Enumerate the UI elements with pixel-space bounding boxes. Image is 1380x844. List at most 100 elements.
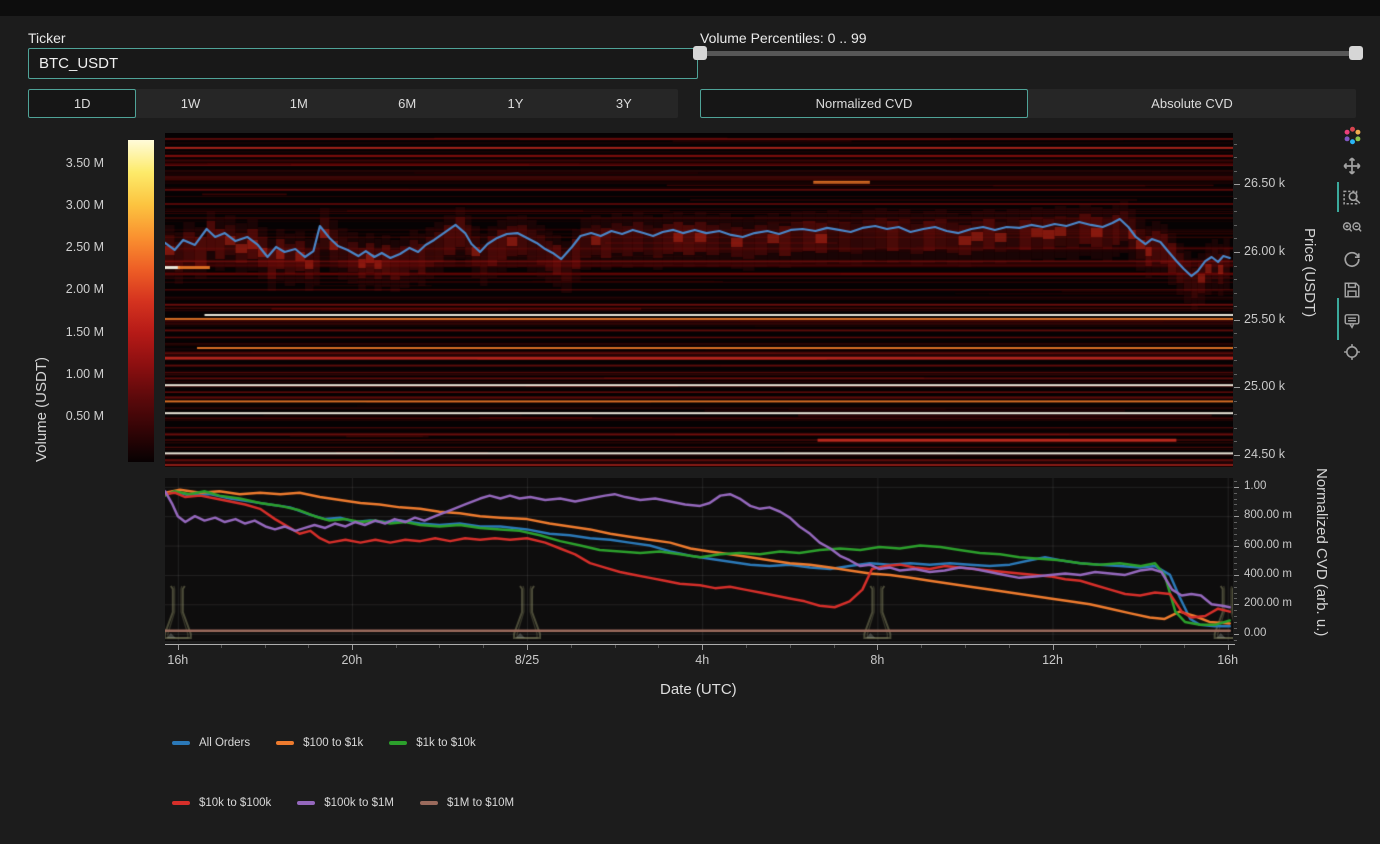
plotly-modebar [1340,124,1366,372]
legend-swatch [172,801,190,805]
legend-item--100-to-1k[interactable]: $100 to $1k [276,737,363,749]
legend-item--10k-to-100k[interactable]: $10k to $100k [172,797,271,809]
cvd-minor-tick [1234,616,1237,617]
cvd-minor-tick [1234,481,1237,482]
cvd-major-tick [1234,634,1239,635]
price-tick-label: 24.50 k [1244,447,1285,461]
price-major-tick [1234,320,1240,321]
cvd-minor-tick [1234,540,1237,541]
x-minor-tick [439,645,440,648]
legend-label: $1k to $10k [416,737,475,749]
legend-swatch [389,741,407,745]
price-minor-tick [1234,171,1237,172]
colorbar-tick-label: 1.50 M [34,325,104,339]
x-tick-label: 8h [870,653,884,667]
price-minor-tick [1234,211,1237,212]
percentile-slider-handle-min[interactable] [693,46,707,60]
colorbar-title: Volume (USDT) [33,357,50,462]
range-button-6m[interactable]: 6M [353,89,461,118]
x-major-tick [178,645,179,650]
cvd-minor-tick [1234,499,1237,500]
x-minor-tick [571,645,572,648]
top-strip [0,0,1380,16]
ticker-label: Ticker [28,30,66,46]
x-minor-tick [658,645,659,648]
range-button-3y[interactable]: 3Y [570,89,678,118]
legend-item--1k-to-10k[interactable]: $1k to $10k [389,737,475,749]
cvd-minor-tick [1234,587,1237,588]
price-major-tick [1234,455,1240,456]
pan-icon[interactable] [1340,155,1364,177]
legend-item--1m-to-10m[interactable]: $1M to $10M [420,797,514,809]
modebar-group-indicator [1337,182,1339,212]
range-button-1y[interactable]: 1Y [461,89,569,118]
x-minor-tick [790,645,791,648]
cvd-tick-label: 800.00 m [1244,509,1292,521]
price-minor-tick [1234,144,1237,145]
plotly-logo-icon[interactable] [1340,124,1364,146]
price-minor-tick [1234,360,1237,361]
legend-item--100k-to-1m[interactable]: $100k to $1M [297,797,394,809]
x-minor-tick [396,645,397,648]
legend-label: All Orders [199,737,250,749]
colorbar-tick-label: 3.50 M [34,156,104,170]
x-minor-tick [1096,645,1097,648]
ticker-input[interactable] [28,48,698,79]
cvd-minor-tick [1234,598,1237,599]
x-minor-tick [308,645,309,648]
price-major-tick [1234,184,1240,185]
save-image-icon[interactable] [1340,279,1364,301]
cvd-plot-area[interactable] [165,478,1233,641]
cvd-minor-tick [1234,628,1237,629]
spikelines-icon[interactable] [1340,341,1364,363]
x-minor-tick [615,645,616,648]
cvd-tick-label: 0.00 [1244,627,1266,639]
cvd-tick-label: 400.00 m [1244,568,1292,580]
cvd-mode-button-normalized-cvd[interactable]: Normalized CVD [700,89,1028,118]
cvd-minor-tick [1234,610,1237,611]
autoscale-icon[interactable] [1340,248,1364,270]
cvd-major-tick [1234,546,1239,547]
x-minor-tick [1140,645,1141,648]
x-minor-tick [1009,645,1010,648]
cvd-minor-tick [1234,640,1237,641]
price-minor-tick [1234,225,1237,226]
x-tick-label: 12h [1042,653,1063,667]
cvd-minor-tick [1234,534,1237,535]
price-minor-tick [1234,293,1237,294]
x-major-tick [702,645,703,650]
percentile-slider-handle-max[interactable] [1349,46,1363,60]
cvd-minor-tick [1234,493,1237,494]
x-axis-title: Date (UTC) [660,681,737,698]
colorbar-tick-label: 2.50 M [34,240,104,254]
legend-row: $10k to $100k $100k to $1M $1M to $10M [172,797,540,809]
hover-labels-icon[interactable] [1340,310,1364,332]
price-minor-tick [1234,414,1237,415]
cvd-minor-tick [1234,593,1237,594]
legend-swatch [420,801,438,805]
price-tick-label: 26.50 k [1244,176,1285,190]
cvd-mode-button-absolute-cvd[interactable]: Absolute CVD [1028,89,1356,118]
x-minor-tick [834,645,835,648]
heatmap-plot-area[interactable] [165,133,1233,467]
price-tick-label: 25.00 k [1244,379,1285,393]
legend-item-all-orders[interactable]: All Orders [172,737,250,749]
colorbar-tick-label: 3.00 M [34,198,104,212]
price-minor-tick [1234,333,1237,334]
range-button-1w[interactable]: 1W [136,89,244,118]
price-minor-tick [1234,428,1237,429]
box-zoom-icon[interactable] [1340,186,1364,208]
app-root: Ticker 1D1W1M6M1Y3Y Volume Percentiles: … [0,0,1380,844]
price-minor-tick [1234,266,1237,267]
range-button-1m[interactable]: 1M [245,89,353,118]
x-minor-tick [746,645,747,648]
price-minor-tick [1234,401,1237,402]
volume-colorbar [128,140,154,462]
range-button-1d[interactable]: 1D [28,89,136,118]
x-tick-label: 4h [695,653,709,667]
percentile-slider-track[interactable] [700,51,1356,56]
x-tick-label: 8/25 [515,653,539,667]
legend-swatch [172,741,190,745]
zoom-in-out-icon[interactable] [1340,217,1364,239]
cvd-minor-tick [1234,569,1237,570]
